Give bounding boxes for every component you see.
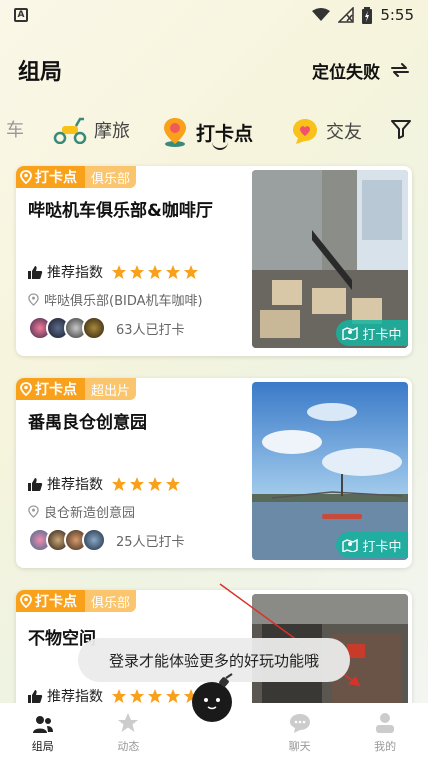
group-icon [32,716,53,733]
star-icon [148,265,162,279]
nav-item-group[interactable]: 组局 [0,703,86,760]
star-icon [166,689,180,703]
checkin-avatars: 25人已打卡 [28,528,185,552]
star-rating [111,264,199,280]
location-pin-icon [28,505,39,518]
thumbs-up-icon [28,689,43,703]
nav-label: 组局 [31,740,54,753]
avatar [82,316,106,340]
tab-label: 摩旅 [94,121,130,142]
active-tab-indicator [212,142,228,150]
nav-label: 动态 [117,740,140,753]
refresh-icon [391,63,409,77]
location-pin-icon [28,293,39,306]
no-signal-icon [338,7,355,23]
star-icon [166,265,180,279]
clock: 5:55 [380,6,414,24]
nav-label: 我的 [374,740,397,753]
address: 哔哒俱乐部(BIDA机车咖啡) [28,290,203,309]
star-icon [130,689,144,703]
rating: 推荐指数 [28,262,199,282]
battery-icon [362,6,373,24]
location-pin-icon [20,170,32,184]
checkin-button[interactable]: 打卡中 [336,532,408,558]
checkin-badge: 打卡点 [16,166,85,188]
tab-label: 交友 [326,122,362,143]
card-badges: 打卡点 超出片 [16,378,137,400]
location-pin-icon [20,594,32,608]
status-bar: A 5:55 [0,0,428,30]
address: 良仓新造创意园 [28,502,135,521]
location-label: 定位失败 [312,62,380,83]
card-title: 哔哒机车俱乐部&咖啡厅 [28,201,213,221]
chat-icon [289,714,310,733]
page-title: 组局 [18,60,63,85]
star-icon [166,477,180,491]
star-icon [112,265,126,279]
star-rating [111,688,199,704]
category-tag: 俱乐部 [85,166,137,188]
card-badges: 打卡点 俱乐部 [16,590,137,612]
star-outline-icon [118,713,139,732]
wifi-icon [312,8,331,21]
rating-label: 推荐指数 [47,477,103,493]
category-tag: 俱乐部 [85,590,137,612]
star-icon [148,689,162,703]
star-icon [184,265,198,279]
star-icon [112,477,126,491]
card-title: 番禺良仓创意园 [28,413,147,433]
category-tag: 超出片 [85,378,137,400]
checkin-count: 25人已打卡 [116,534,185,550]
star-rating [111,476,181,492]
checkin-badge: 打卡点 [16,378,85,400]
checkin-count: 63人已打卡 [116,322,185,338]
rating-label: 推荐指数 [47,265,103,281]
card-badges: 打卡点 俱乐部 [16,166,137,188]
thumbs-up-icon [28,477,43,491]
thumbs-up-icon [28,265,43,279]
checkin-card[interactable]: 打卡点 超出片 番禺良仓创意园 推荐指数 良仓新造创意园 25人已打卡 打卡中 [16,378,412,568]
notification-icon: A [14,8,28,22]
header: 组局 定位失败 [0,50,428,90]
nav-item-chat[interactable]: 聊天 [257,703,343,760]
checkin-avatars: 63人已打卡 [28,316,185,340]
location-pin-icon [20,382,32,396]
map-checkin-icon [342,538,359,552]
category-tabs: 车 摩旅 打卡点 交友 [0,108,428,156]
star-icon [148,477,162,491]
checkin-button[interactable]: 打卡中 [336,320,408,346]
bomb-center-button[interactable] [190,672,238,724]
star-icon [112,689,126,703]
map-pin-icon [164,118,186,147]
tab-checkin-spots[interactable]: 打卡点 [160,116,253,148]
location-status-button[interactable]: 定位失败 [312,58,410,83]
heart-bubble-icon [293,119,317,144]
nav-item-feed[interactable]: 动态 [86,703,172,760]
star-icon [130,265,144,279]
tab-label: 车 [6,120,24,141]
tab-car[interactable]: 车 [6,116,24,142]
user-icon [376,713,395,733]
nav-label: 聊天 [288,740,311,753]
star-icon [130,477,144,491]
avatar [82,528,106,552]
checkin-card[interactable]: 打卡点 俱乐部 哔哒机车俱乐部&咖啡厅 推荐指数 哔哒俱乐部(BIDA机车咖啡)… [16,166,412,356]
nav-item-profile[interactable]: 我的 [342,703,428,760]
scooter-icon [53,117,87,144]
checkin-badge: 打卡点 [16,590,85,612]
address-text: 哔哒俱乐部(BIDA机车咖啡) [44,294,203,309]
tab-dating[interactable]: 交友 [290,116,362,146]
tab-motor-travel[interactable]: 摩旅 [52,116,130,144]
address-text: 良仓新造创意园 [44,506,136,521]
rating: 推荐指数 [28,474,181,494]
map-checkin-icon [342,326,359,340]
filter-icon[interactable] [390,118,412,140]
